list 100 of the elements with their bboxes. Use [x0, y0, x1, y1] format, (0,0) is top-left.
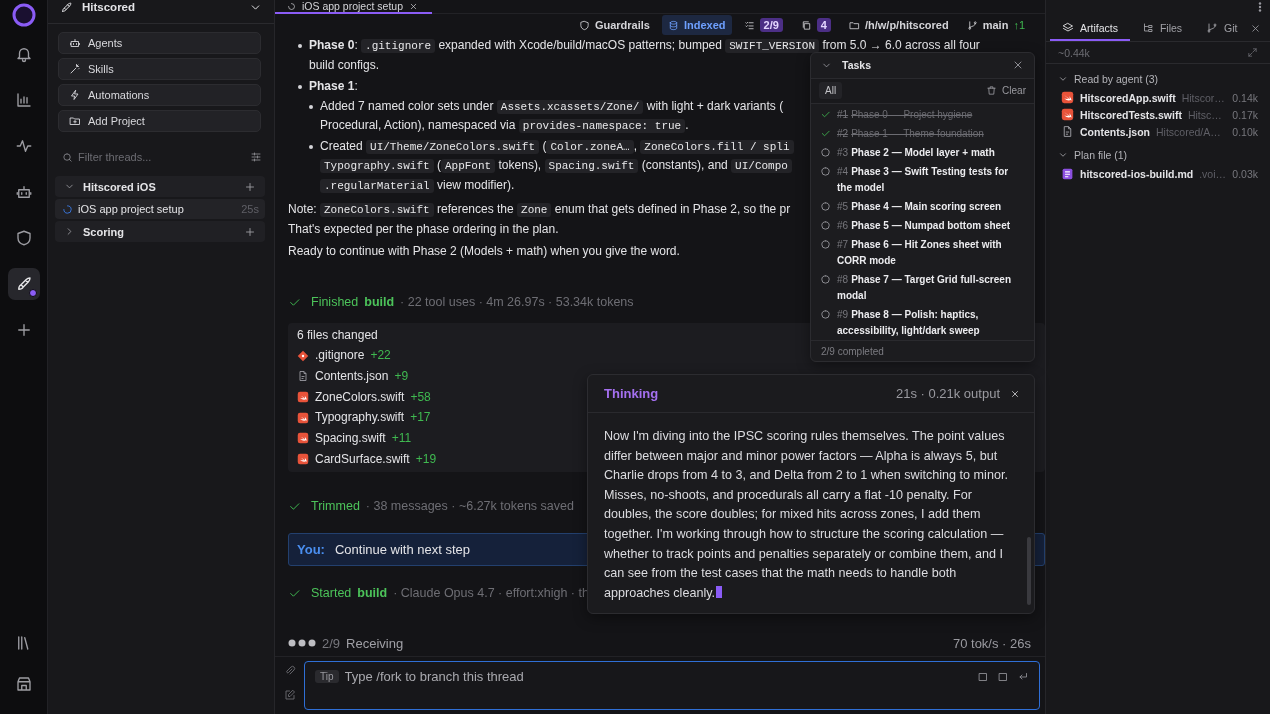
expand-icon[interactable] — [1247, 47, 1258, 58]
branch-icon — [1206, 21, 1219, 34]
toolbar-button[interactable]: 4 — [794, 15, 837, 35]
filter-icon[interactable] — [250, 151, 262, 163]
swift-file-icon — [297, 411, 309, 424]
database-icon — [667, 19, 679, 31]
scrollbar[interactable] — [1027, 537, 1031, 605]
panel-title: Thinking — [604, 386, 660, 401]
file-name[interactable]: CardSurface.swift — [315, 448, 410, 470]
section-label[interactable]: Read by agent (3) — [1074, 73, 1159, 85]
filter-field[interactable]: Filter threads... — [78, 151, 245, 163]
status-detail: · 22 tool uses · 4m 26.97s · 53.34k tokens — [400, 293, 634, 311]
file-size: 0.14k — [1232, 91, 1258, 104]
token-rate: 70 tok/s · 26s — [952, 635, 1031, 651]
file-name[interactable]: .gitignore — [315, 345, 365, 366]
task-title: #4 Phase 3 — Swift Testing tests for the model — [837, 164, 1010, 195]
edit-icon[interactable] — [284, 689, 296, 701]
section-label[interactable]: Plan file (1) — [1074, 149, 1128, 161]
file-path: .voi… — [1199, 167, 1227, 180]
file-name[interactable]: HitscoredTests.swift — [1080, 108, 1182, 121]
status-label: Trimmed — [311, 497, 360, 515]
clipboard-icon — [1061, 167, 1074, 180]
project-name: Hitscored — [82, 1, 137, 13]
file-path: Hitscor… — [1181, 91, 1226, 104]
branch-icon — [966, 19, 978, 31]
close-icon[interactable] — [1249, 23, 1261, 34]
message-text: Continue with next step — [334, 541, 471, 560]
task-title: #2 Phase 1 — Theme foundation — [837, 126, 985, 141]
status-label: Started — [311, 584, 352, 602]
sidebar-button[interactable]: Automations — [58, 84, 261, 106]
speaker-label: You: — [297, 541, 325, 560]
list-item: Added 7 named color sets under Assets.xcassets/Zone/ with light + dark variants ( Procedural, Action), namespaced via provides-namespace: true . — [320, 97, 784, 135]
app-logo[interactable] — [11, 3, 36, 27]
thread-time: 25s — [241, 203, 259, 215]
file-name[interactable]: hitscored-ios-build.md — [1080, 167, 1194, 180]
stop-icon[interactable] — [977, 671, 989, 683]
clear-button[interactable]: Clear — [986, 85, 1026, 97]
panel-tab[interactable]: Artifacts — [1050, 16, 1130, 41]
tree-row[interactable]: Hitscored iOS — [55, 176, 265, 197]
ahead-count: ↑1 — [1013, 19, 1025, 31]
file-name[interactable]: Contents.json — [315, 365, 389, 387]
copy-icon — [800, 19, 812, 31]
bolt-icon — [69, 89, 81, 101]
task-name: build — [357, 584, 388, 602]
toolbar-button[interactable]: Indexed — [661, 15, 732, 35]
task-title: #9 Phase 8 — Polish: haptics, accessibility, light/dark sweep — [837, 307, 981, 338]
file-name[interactable]: Spacing.swift — [315, 428, 386, 449]
message-field[interactable]: Tip Type /fork to branch this thread — [304, 661, 1040, 710]
chevron-icon[interactable] — [1058, 74, 1068, 84]
close-icon[interactable] — [1010, 388, 1020, 399]
status-detail: · 38 messages · ~6.27k tokens saved — [365, 497, 574, 515]
sidebar-button[interactable]: Skills — [58, 58, 261, 80]
checklist-icon — [743, 19, 755, 31]
panel-tab[interactable]: Git — [1194, 16, 1250, 41]
json-file-icon — [1061, 125, 1074, 138]
plus-icon[interactable] — [244, 180, 256, 193]
line-count: +22 — [370, 347, 391, 365]
file-size: 0.03k — [1232, 167, 1258, 180]
toolbar-button[interactable]: Guardrails — [572, 15, 656, 35]
file-name[interactable]: ZoneColors.swift — [315, 386, 405, 408]
stack-icon — [1062, 21, 1074, 34]
paperclip-icon[interactable] — [284, 665, 296, 677]
panel-tab[interactable]: Files — [1129, 16, 1195, 41]
line-count: +58 — [410, 388, 431, 406]
toolbar-button[interactable]: /h/w/p/hitscored — [842, 15, 955, 35]
tree-row[interactable]: Scoring — [55, 221, 265, 242]
sidebar-button[interactable]: Agents — [58, 32, 261, 54]
plus-icon[interactable] — [244, 225, 256, 238]
thread-row[interactable]: iOS app project setup 25s — [55, 199, 265, 219]
group-label: Scoring — [83, 225, 125, 238]
thread-tab[interactable]: iOS app project setup — [275, 0, 432, 14]
thinking-meta: 21s · 0.21k output — [895, 386, 1000, 401]
message-paragraph: Ready to continue with Phase 2 (Models + math) when you give the word. — [288, 243, 680, 260]
chevron-icon[interactable] — [1058, 150, 1068, 160]
close-icon[interactable] — [409, 1, 418, 11]
file-name[interactable]: Typography.swift — [315, 407, 405, 428]
line-count: +11 — [391, 430, 412, 447]
wand-icon — [69, 63, 81, 75]
swift-file-icon — [297, 432, 309, 445]
typing-indicator-icon — [288, 639, 316, 647]
more-icon[interactable] — [1258, 2, 1262, 12]
message-input[interactable]: Type /fork to branch this thread — [344, 669, 971, 684]
store-icon — [14, 675, 33, 693]
list-item: Created UI/Theme/ZoneColors.swift ( Color.zoneA… , ZoneColors.fill / spli Typography.swift ( AppFont tokens), Spacing.swift (constants), and UI/Compo .regularMaterial view modifier). — [320, 136, 794, 195]
progress-step: 2/9 — [322, 635, 341, 651]
folder-icon — [848, 19, 860, 31]
swift-file-icon — [297, 453, 309, 466]
file-name[interactable]: HitscoredApp.swift — [1080, 91, 1176, 104]
panel-title: Tasks — [842, 59, 872, 72]
file-name[interactable]: Contents.json — [1080, 125, 1150, 138]
bullet-icon — [309, 144, 313, 149]
toolbar-button[interactable]: main ↑1 — [960, 15, 1031, 35]
sidebar-button[interactable]: Add Project — [58, 110, 261, 132]
toolbar-button[interactable]: 2/9 — [737, 15, 789, 35]
task-title: #5 Phase 4 — Main scoring screen — [837, 199, 1003, 214]
list-item: Phase 1: — [309, 78, 358, 95]
filter-tab[interactable]: All — [819, 82, 843, 100]
task-title: #6 Phase 5 — Numpad bottom sheet — [837, 218, 1012, 233]
square-icon[interactable] — [997, 671, 1009, 683]
thinking-text: Now I'm diving into the IPSC scoring rules themselves. The point values differ between major and minor power factors — Alpha is always 5, but Charlie drops from 4 to 3, and Delta from 2 to 1 when switching to minor. Misses, no-shoots, and procedurals all carry a flat -10 penalty. For doubles, the score doubles; for mixed hits across zones, I add them together. I'm working through how to structure the scoring calculation — whether to track points and penalties separately or combine them, and I can see from the test cases that the math needs to handle both approaches cleanly. — [604, 428, 1009, 602]
